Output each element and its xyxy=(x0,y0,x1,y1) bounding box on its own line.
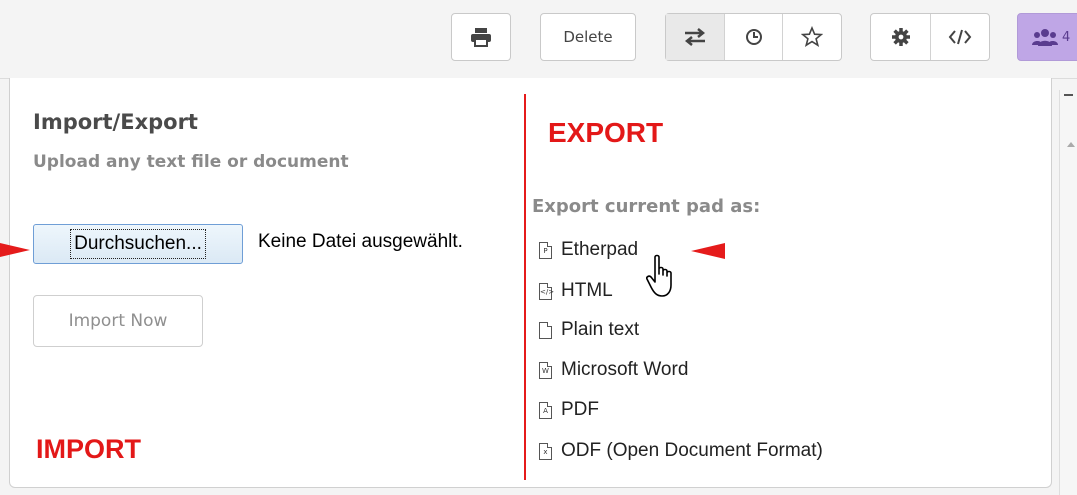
history-button[interactable] xyxy=(724,14,782,60)
sync-icon xyxy=(684,28,706,46)
export-pdf-link[interactable]: A PDF xyxy=(539,397,599,423)
plain-text-file-icon xyxy=(539,321,552,339)
export-item-label: HTML xyxy=(561,280,613,301)
hand-cursor-icon xyxy=(646,254,672,297)
pdf-file-icon: A xyxy=(539,401,552,419)
export-html-link[interactable]: </> HTML xyxy=(539,278,613,304)
code-icon xyxy=(948,29,972,45)
print-button[interactable] xyxy=(452,14,510,60)
export-etherpad-link[interactable]: P Etherpad xyxy=(539,237,638,263)
odf-file-icon: x xyxy=(539,442,552,460)
red-arrow-left-icon xyxy=(691,243,725,259)
settings-button[interactable] xyxy=(871,14,930,60)
scrollbar[interactable] xyxy=(1059,90,1077,495)
embed-button[interactable] xyxy=(930,14,989,60)
history-icon xyxy=(745,29,762,45)
delete-button[interactable]: Delete xyxy=(541,14,635,60)
red-divider-line xyxy=(524,94,526,480)
star-icon xyxy=(801,26,823,47)
file-status-text: Keine Datei ausgewählt. xyxy=(258,231,463,252)
minus-icon xyxy=(1064,94,1073,96)
export-annotation: EXPORT xyxy=(548,117,664,148)
export-item-label: Microsoft Word xyxy=(561,359,689,380)
export-item-label: Plain text xyxy=(561,319,640,340)
users-icon xyxy=(1032,29,1058,46)
html-file-icon: </> xyxy=(539,282,554,300)
export-odf-link[interactable]: x ODF (Open Document Format) xyxy=(539,438,823,464)
sync-button[interactable] xyxy=(666,14,724,60)
import-now-button[interactable]: Import Now xyxy=(33,295,203,347)
export-item-label: Etherpad xyxy=(561,239,639,260)
print-icon xyxy=(471,28,491,47)
export-item-label: PDF xyxy=(561,399,599,420)
etherpad-file-icon: P xyxy=(539,241,552,259)
users-count: 4 xyxy=(1062,29,1071,45)
settings-button-group xyxy=(870,13,990,61)
toolbar: Delete 4 xyxy=(0,0,1077,79)
view-button-group xyxy=(665,13,842,61)
star-button[interactable] xyxy=(782,14,841,60)
users-button[interactable]: 4 xyxy=(1017,13,1077,61)
export-word-link[interactable]: W Microsoft Word xyxy=(539,357,688,383)
popup-subtitle: Upload any text file or document xyxy=(33,152,349,172)
browse-button-label: Durchsuchen... xyxy=(70,229,206,259)
word-file-icon: W xyxy=(539,361,552,379)
delete-button-group: Delete xyxy=(540,13,636,61)
red-arrow-right-icon xyxy=(0,243,30,257)
import-annotation: IMPORT xyxy=(36,434,141,464)
print-button-group xyxy=(451,13,511,61)
scroll-up-icon[interactable] xyxy=(1067,142,1075,147)
gear-icon xyxy=(891,28,910,46)
export-plain-text-link[interactable]: Plain text xyxy=(539,317,639,343)
popup-title: Import/Export xyxy=(33,110,198,134)
browse-button[interactable]: Durchsuchen... xyxy=(33,224,243,264)
export-header: Export current pad as: xyxy=(532,196,761,217)
import-export-popup xyxy=(9,78,1052,488)
export-item-label: ODF (Open Document Format) xyxy=(561,440,823,461)
